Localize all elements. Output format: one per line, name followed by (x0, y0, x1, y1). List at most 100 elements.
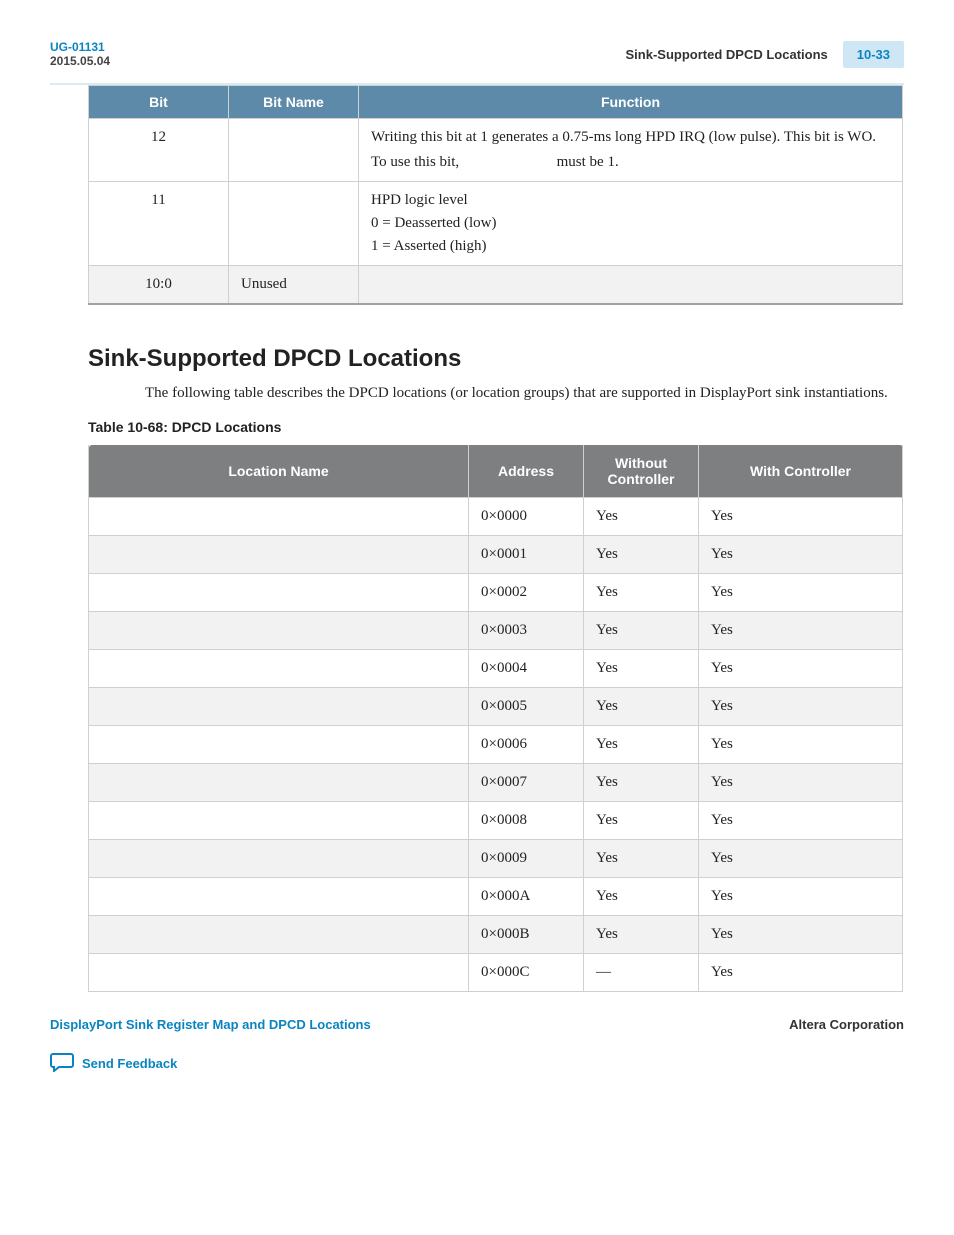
table-row: 0×000C—Yes (89, 954, 903, 992)
cell-bitname (229, 119, 359, 182)
cell (89, 726, 469, 764)
table-row: 0×000AYesYes (89, 878, 903, 916)
cell: 0×0006 (469, 726, 584, 764)
cell (89, 498, 469, 536)
cell: Yes (584, 878, 699, 916)
table-row: 0×0009YesYes (89, 840, 903, 878)
cell (89, 954, 469, 992)
cell-bitname (229, 182, 359, 266)
cell: 0×0009 (469, 840, 584, 878)
page-footer: DisplayPort Sink Register Map and DPCD L… (50, 1017, 904, 1032)
table-row: 0×0005YesYes (89, 688, 903, 726)
cell: Yes (699, 878, 903, 916)
cell: Yes (584, 840, 699, 878)
cell-bitname: Unused (229, 266, 359, 305)
dpcd-locations-table: Location Name Address Without Controller… (88, 445, 903, 992)
cell (89, 840, 469, 878)
cell: 0×000C (469, 954, 584, 992)
header-right: Sink-Supported DPCD Locations 10-33 (626, 41, 904, 68)
cell: 0×0003 (469, 612, 584, 650)
table-row: 0×0004YesYes (89, 650, 903, 688)
bit-table: Bit Bit Name Function 12 Writing this bi… (88, 85, 903, 305)
cell-bit: 10:0 (89, 266, 229, 305)
cell: Yes (584, 802, 699, 840)
table-row: 0×0007YesYes (89, 764, 903, 802)
cell (89, 574, 469, 612)
footer-company: Altera Corporation (789, 1017, 904, 1032)
cell: Yes (699, 612, 903, 650)
cell (89, 612, 469, 650)
cell (89, 536, 469, 574)
table-row: 0×0006YesYes (89, 726, 903, 764)
col-bit: Bit (89, 86, 229, 119)
cell: Yes (584, 574, 699, 612)
cell: Yes (699, 650, 903, 688)
send-feedback-link[interactable]: Send Feedback (50, 1052, 177, 1075)
cell: Yes (699, 726, 903, 764)
header-section-title: Sink-Supported DPCD Locations (626, 47, 828, 62)
cell-bit: 12 (89, 119, 229, 182)
cell: Yes (584, 612, 699, 650)
col-location-name: Location Name (89, 445, 469, 498)
cell: 0×0007 (469, 764, 584, 802)
fn-text: 0 = Deasserted (low) (371, 215, 890, 232)
cell: Yes (584, 536, 699, 574)
cell-function: HPD logic level 0 = Deasserted (low) 1 =… (359, 182, 903, 266)
cell (89, 764, 469, 802)
cell: Yes (699, 764, 903, 802)
table-header-row: Bit Bit Name Function (89, 86, 903, 119)
table-header-row: Location Name Address Without Controller… (89, 445, 903, 498)
cell: Yes (699, 916, 903, 954)
cell: Yes (584, 726, 699, 764)
fn-text: Writing this bit at 1 generates a 0.75-m… (371, 129, 890, 146)
table-row: 12 Writing this bit at 1 generates a 0.7… (89, 119, 903, 182)
cell: Yes (699, 802, 903, 840)
table-row: 0×0008YesYes (89, 802, 903, 840)
cell: Yes (584, 688, 699, 726)
table-row: 0×0003YesYes (89, 612, 903, 650)
table-row: 0×0000YesYes (89, 498, 903, 536)
cell: — (584, 954, 699, 992)
fn-text-part: To use this bit, (371, 154, 459, 170)
cell (89, 650, 469, 688)
section-intro: The following table describes the DPCD l… (145, 383, 905, 404)
cell: Yes (699, 840, 903, 878)
cell: Yes (584, 916, 699, 954)
cell: 0×0008 (469, 802, 584, 840)
cell: Yes (699, 498, 903, 536)
doc-id: UG-01131 (50, 40, 110, 54)
col-bit-name: Bit Name (229, 86, 359, 119)
fn-text: To use this bit, must be 1. (371, 154, 890, 171)
table-caption: Table 10-68: DPCD Locations (88, 419, 904, 435)
cell (89, 802, 469, 840)
cell: Yes (699, 536, 903, 574)
cell (89, 878, 469, 916)
cell: Yes (584, 498, 699, 536)
footer-left-link[interactable]: DisplayPort Sink Register Map and DPCD L… (50, 1017, 371, 1032)
doc-id-block: UG-01131 2015.05.04 (50, 40, 110, 68)
cell-function (359, 266, 903, 305)
table-row: 10:0 Unused (89, 266, 903, 305)
col-with-controller: With Controller (699, 445, 903, 498)
fn-text: HPD logic level (371, 192, 890, 209)
cell: 0×0000 (469, 498, 584, 536)
cell: 0×000B (469, 916, 584, 954)
cell: 0×0001 (469, 536, 584, 574)
doc-date: 2015.05.04 (50, 54, 110, 68)
fn-text-part: must be 1. (557, 154, 619, 170)
speech-bubble-icon (50, 1052, 74, 1075)
section-heading: Sink-Supported DPCD Locations (88, 345, 904, 373)
cell: 0×0002 (469, 574, 584, 612)
cell-function: Writing this bit at 1 generates a 0.75-m… (359, 119, 903, 182)
col-address: Address (469, 445, 584, 498)
cell: Yes (699, 688, 903, 726)
cell: 0×000A (469, 878, 584, 916)
page-number-chip: 10-33 (843, 41, 904, 68)
cell (89, 916, 469, 954)
send-feedback-label: Send Feedback (82, 1056, 177, 1071)
fn-text: 1 = Asserted (high) (371, 238, 890, 255)
cell: Yes (584, 764, 699, 802)
cell (89, 688, 469, 726)
col-without-controller: Without Controller (584, 445, 699, 498)
table-row: 0×0001YesYes (89, 536, 903, 574)
